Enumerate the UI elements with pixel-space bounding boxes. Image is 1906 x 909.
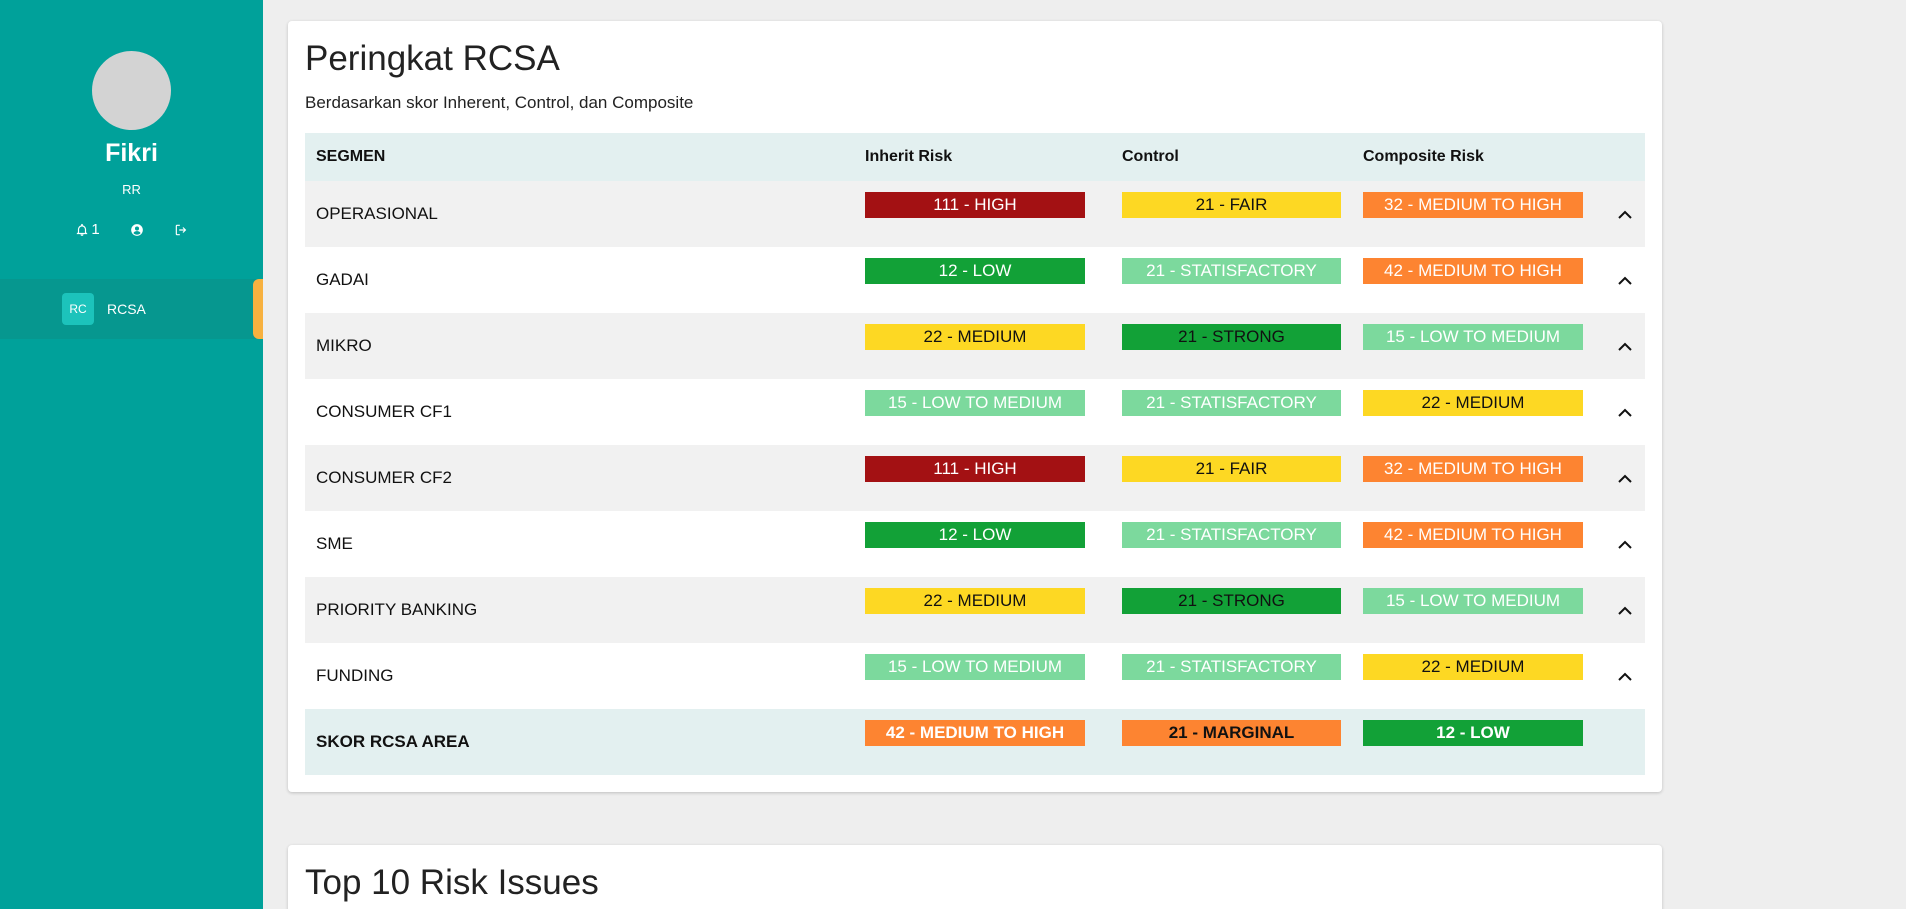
notifications-button[interactable]: 1 [75, 221, 100, 238]
column-header-composite: Composite Risk [1363, 148, 1484, 165]
table-row[interactable]: CONSUMER CF2 111 - HIGH 21 - FAIR 32 - M… [305, 445, 1645, 511]
chevron-up-icon[interactable] [1615, 403, 1635, 423]
chevron-up-icon[interactable] [1615, 205, 1635, 225]
chevron-up-icon[interactable] [1615, 535, 1635, 555]
notification-count: 1 [91, 221, 100, 238]
table-row[interactable]: MIKRO 22 - MEDIUM 21 - STRONG 15 - LOW T… [305, 313, 1645, 379]
inherit-risk-badge: 111 - HIGH [865, 456, 1085, 482]
control-badge: 21 - FAIR [1122, 456, 1341, 482]
composite-risk-badge: 32 - MEDIUM TO HIGH [1363, 192, 1583, 218]
segment-name: GADAI [316, 270, 369, 289]
composite-risk-badge: 32 - MEDIUM TO HIGH [1363, 456, 1583, 482]
control-badge: 21 - STATISFACTORY [1122, 654, 1341, 680]
rcsa-card: Peringkat RCSA Berdasarkan skor Inherent… [288, 21, 1662, 792]
segment-name: FUNDING [316, 666, 394, 685]
table-footer-row: SKOR RCSA AREA 42 - MEDIUM TO HIGH 21 - … [305, 709, 1645, 775]
segment-name: PRIORITY BANKING [316, 600, 478, 619]
inherit-risk-badge: 15 - LOW TO MEDIUM [865, 654, 1085, 680]
page-subtitle: Berdasarkan skor Inherent, Control, dan … [305, 93, 694, 112]
chevron-up-icon[interactable] [1615, 337, 1635, 357]
control-badge: 21 - STRONG [1122, 324, 1341, 350]
sidebar: Fikri RR 1 RC RCSA [0, 0, 263, 909]
chevron-up-icon[interactable] [1615, 271, 1635, 291]
chevron-up-icon[interactable] [1615, 601, 1635, 621]
section-title: Top 10 Risk Issues [305, 863, 599, 902]
active-indicator [253, 279, 263, 339]
control-badge: 21 - STATISFACTORY [1122, 258, 1341, 284]
column-header-inherit: Inherit Risk [865, 148, 953, 165]
table-row[interactable]: FUNDING 15 - LOW TO MEDIUM 21 - STATISFA… [305, 643, 1645, 709]
column-header-control: Control [1122, 148, 1179, 165]
logout-button[interactable] [174, 221, 188, 238]
column-header-segment: SEGMEN [316, 148, 386, 165]
chevron-up-icon[interactable] [1615, 469, 1635, 489]
inherit-risk-badge: 111 - HIGH [865, 192, 1085, 218]
control-badge: 21 - STATISFACTORY [1122, 522, 1341, 548]
inherit-risk-badge: 12 - LOW [865, 522, 1085, 548]
table-row[interactable]: GADAI 12 - LOW 21 - STATISFACTORY 42 - M… [305, 247, 1645, 313]
composite-risk-badge: 22 - MEDIUM [1363, 654, 1583, 680]
composite-risk-badge: 15 - LOW TO MEDIUM [1363, 588, 1583, 614]
composite-risk-badge: 15 - LOW TO MEDIUM [1363, 324, 1583, 350]
composite-risk-badge: 12 - LOW [1363, 720, 1583, 746]
inherit-risk-badge: 22 - MEDIUM [865, 588, 1085, 614]
control-badge: 21 - STRONG [1122, 588, 1341, 614]
control-badge: 21 - MARGINAL [1122, 720, 1341, 746]
rcsa-table: SEGMEN Inherit Risk Control Composite Ri… [305, 133, 1645, 775]
user-circle-icon [130, 223, 143, 236]
composite-risk-badge: 42 - MEDIUM TO HIGH [1363, 522, 1583, 548]
control-badge: 21 - FAIR [1122, 192, 1341, 218]
logout-icon [175, 224, 186, 235]
profile-button[interactable] [130, 221, 144, 238]
segment-name: MIKRO [316, 336, 372, 355]
table-row[interactable]: SME 12 - LOW 21 - STATISFACTORY 42 - MED… [305, 511, 1645, 577]
table-header: SEGMEN Inherit Risk Control Composite Ri… [305, 133, 1645, 181]
user-name: Fikri [105, 139, 158, 167]
user-role: RR [122, 182, 141, 197]
composite-risk-badge: 42 - MEDIUM TO HIGH [1363, 258, 1583, 284]
inherit-risk-badge: 22 - MEDIUM [865, 324, 1085, 350]
inherit-risk-badge: 15 - LOW TO MEDIUM [865, 390, 1085, 416]
user-actions: 1 [0, 221, 263, 238]
table-row[interactable]: OPERASIONAL 111 - HIGH 21 - FAIR 32 - ME… [305, 181, 1645, 247]
segment-name: CONSUMER CF2 [316, 468, 453, 487]
composite-risk-badge: 22 - MEDIUM [1363, 390, 1583, 416]
segment-name: CONSUMER CF1 [316, 402, 453, 421]
sidebar-item-label: RCSA [107, 301, 146, 317]
sidebar-item-rcsa[interactable]: RC RCSA [0, 279, 263, 339]
segment-name: SME [316, 534, 353, 553]
control-badge: 21 - STATISFACTORY [1122, 390, 1341, 416]
top-issues-card: Top 10 Risk Issues [288, 845, 1662, 909]
table-row[interactable]: CONSUMER CF1 15 - LOW TO MEDIUM 21 - STA… [305, 379, 1645, 445]
nav-badge: RC [62, 293, 94, 325]
avatar[interactable] [92, 51, 171, 130]
table-row[interactable]: PRIORITY BANKING 22 - MEDIUM 21 - STRONG… [305, 577, 1645, 643]
inherit-risk-badge: 42 - MEDIUM TO HIGH [865, 720, 1085, 746]
inherit-risk-badge: 12 - LOW [865, 258, 1085, 284]
total-label: SKOR RCSA AREA [316, 732, 470, 751]
page-title: Peringkat RCSA [305, 39, 560, 78]
chevron-up-icon[interactable] [1615, 667, 1635, 687]
bell-icon [77, 223, 88, 236]
segment-name: OPERASIONAL [316, 204, 438, 223]
